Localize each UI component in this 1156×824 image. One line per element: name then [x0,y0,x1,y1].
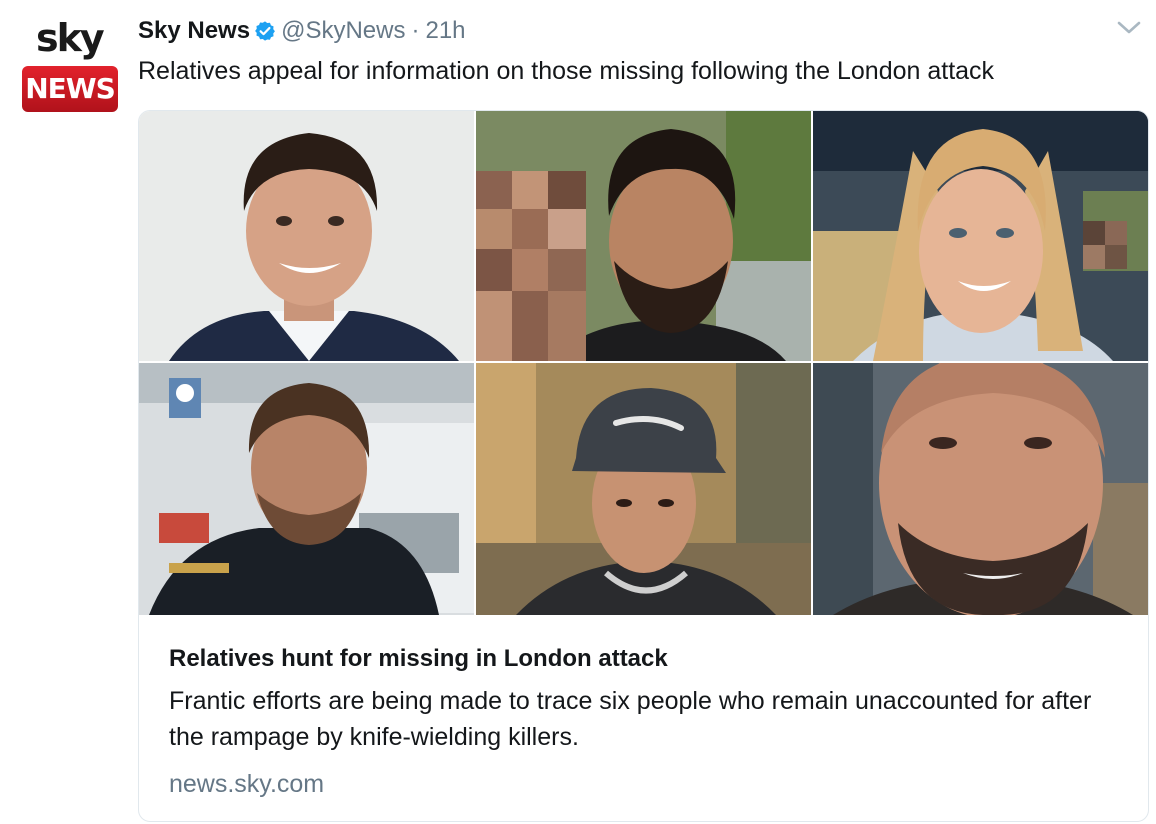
verified-badge-icon [254,20,276,42]
photo-4 [139,363,474,615]
chevron-down-icon[interactable] [1116,18,1142,38]
card-description: Frantic efforts are being made to trace … [169,687,1092,751]
avatar-sky-wordmark: sky [36,16,105,60]
avatar-news-badge: NEWS [22,66,118,112]
link-card[interactable]: Relatives hunt for missing in London att… [138,110,1149,822]
author-handle[interactable]: @SkyNews [281,17,405,45]
author-display-name[interactable]: Sky News [138,17,250,45]
card-title[interactable]: Relatives hunt for missing in London att… [169,643,1129,675]
photo-5 [476,363,811,615]
tweet-text: Relatives appeal for information on thos… [138,57,995,85]
tweet-timestamp[interactable]: 21h [425,17,465,45]
tweet-header: Sky News @SkyNews · 21h [138,14,466,48]
card-body: Relatives hunt for missing in London att… [169,641,1129,801]
separator-dot: · [411,17,420,44]
photo-3 [813,111,1148,361]
photo-1 [139,111,474,361]
card-domain[interactable]: news.sky.com [169,767,1129,801]
photo-2 [476,111,811,361]
photo-grid [139,111,1148,615]
avatar[interactable]: sky NEWS [22,16,118,112]
photo-6 [813,363,1148,615]
